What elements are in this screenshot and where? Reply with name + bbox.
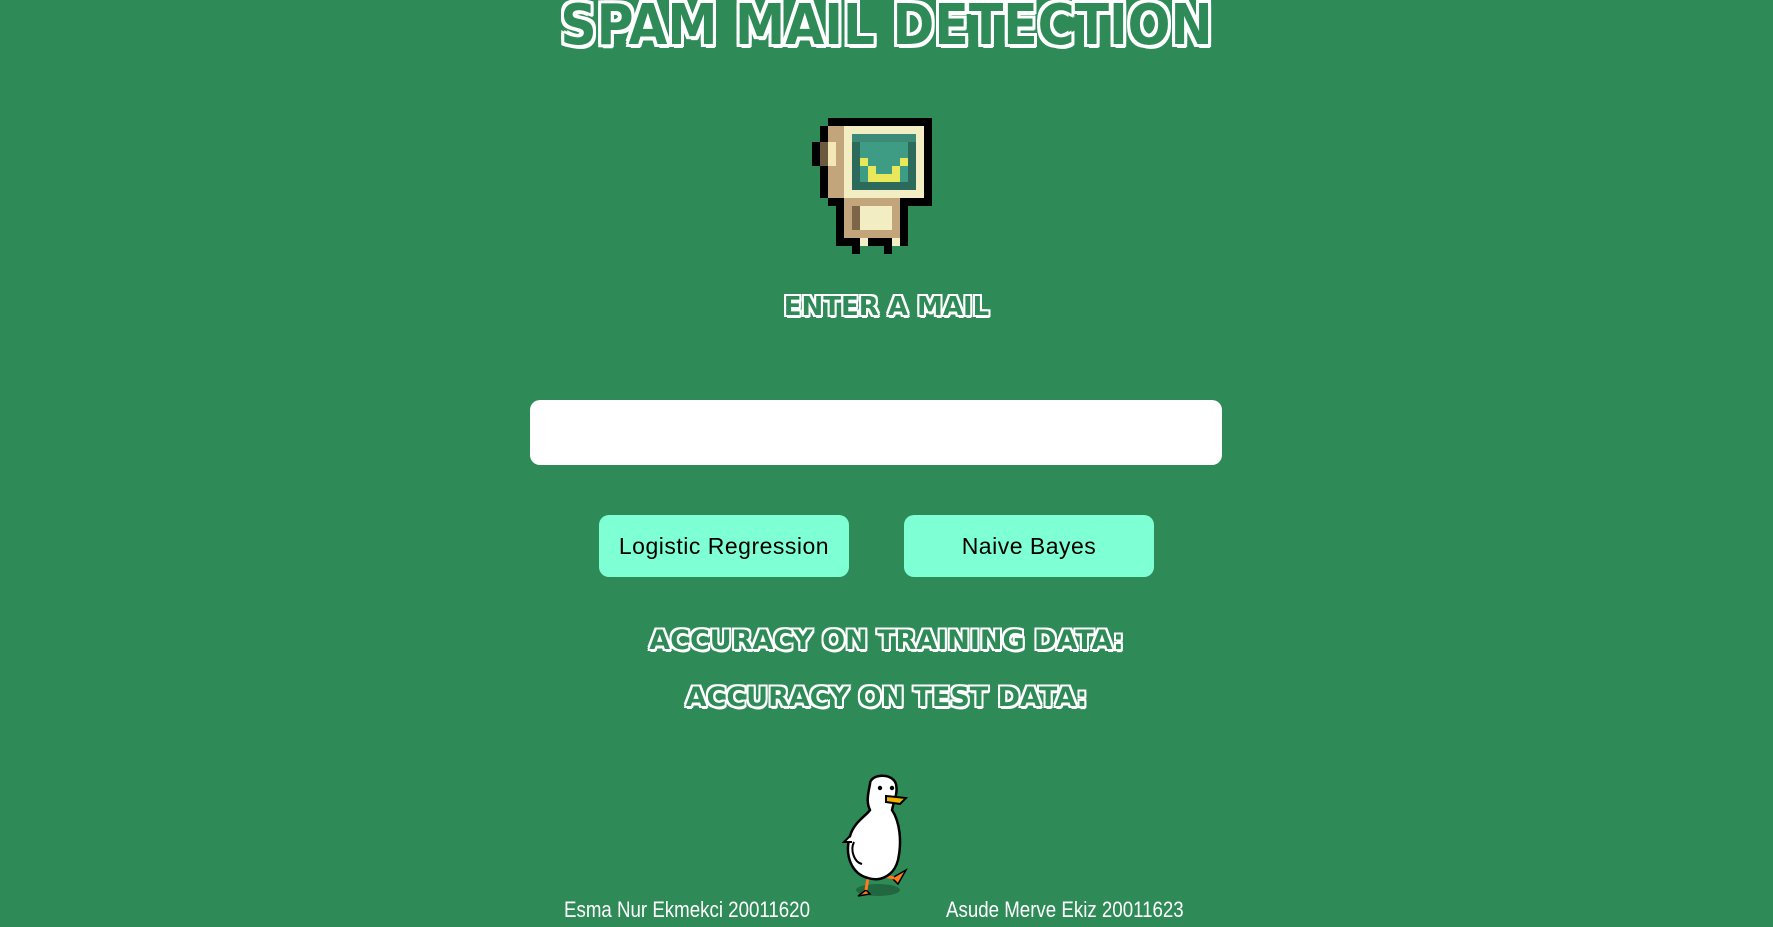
enter-mail-label: ENTER A MAIL (783, 292, 990, 322)
duck-icon (841, 774, 909, 897)
author-2-credit: Asude Merve Ekiz 20011623 (946, 897, 1184, 922)
author-1-credit: Esma Nur Ekmekci 20011620 (564, 897, 810, 922)
logistic-regression-button[interactable]: Logistic Regression (599, 515, 849, 577)
mail-input[interactable] (530, 400, 1222, 465)
pixel-robot-icon (812, 118, 932, 254)
test-accuracy-label: ACCURACY ON TEST DATA: (685, 682, 1088, 713)
page-title: SPAM MAIL DETECTION (560, 0, 1213, 58)
training-accuracy-label: ACCURACY ON TRAINING DATA: (649, 625, 1124, 656)
naive-bayes-button[interactable]: Naive Bayes (904, 515, 1154, 577)
